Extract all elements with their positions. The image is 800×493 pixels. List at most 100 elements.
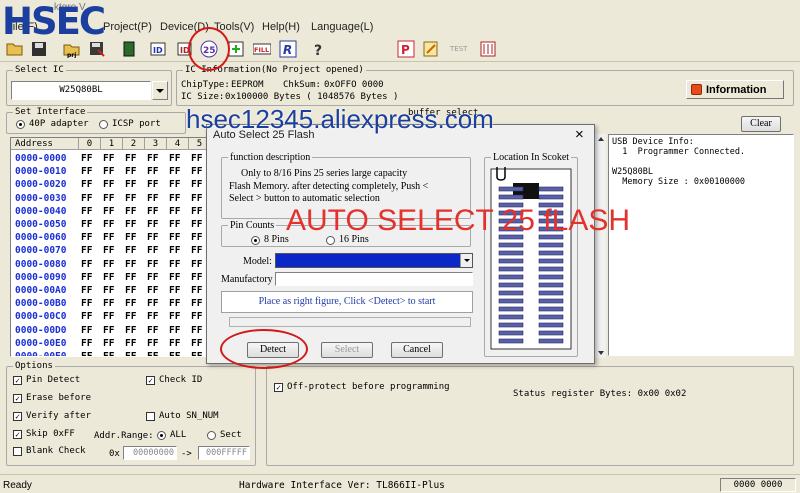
manufactory-field[interactable] xyxy=(275,272,473,286)
hex-cell[interactable]: FF xyxy=(81,244,101,257)
hex-row[interactable]: 0000-0090 FF FF FF FF FF FF xyxy=(11,271,209,285)
hex-cell[interactable]: FF xyxy=(147,218,167,231)
hex-cell[interactable]: FF xyxy=(103,271,123,284)
hex-cell[interactable]: FF xyxy=(81,324,101,337)
edit-icon[interactable] xyxy=(421,39,441,59)
hex-cell[interactable]: FF xyxy=(125,231,145,244)
hex-cell[interactable]: FF xyxy=(103,337,123,350)
hex-cell[interactable]: FF xyxy=(147,324,167,337)
hex-cell[interactable]: FF xyxy=(103,218,123,231)
hex-row[interactable]: 0000-0080 FF FF FF FF FF FF xyxy=(11,258,209,272)
hex-cell[interactable]: FF xyxy=(103,350,123,356)
hex-cell[interactable]: FF xyxy=(169,258,189,271)
test-icon[interactable]: TEST xyxy=(448,39,474,59)
hex-cell[interactable]: FF xyxy=(169,271,189,284)
hex-cell[interactable]: FF xyxy=(147,152,167,165)
radio-icsp-port[interactable] xyxy=(99,120,108,129)
hex-cell[interactable]: FF xyxy=(125,218,145,231)
hex-row[interactable]: 0000-0030 FF FF FF FF FF FF xyxy=(11,192,209,206)
hex-cell[interactable]: FF xyxy=(103,152,123,165)
read-id-icon[interactable]: ID xyxy=(149,39,169,59)
hex-cell[interactable]: FF xyxy=(169,284,189,297)
hex-row[interactable]: 0000-0050 FF FF FF FF FF FF xyxy=(11,218,209,232)
hex-cell[interactable]: FF xyxy=(81,218,101,231)
open-project-icon[interactable]: prj xyxy=(62,39,82,59)
hex-cell[interactable]: FF xyxy=(125,337,145,350)
information-button[interactable]: Information xyxy=(686,80,784,99)
hex-cell[interactable]: FF xyxy=(81,337,101,350)
program-icon[interactable]: P xyxy=(396,39,416,59)
blank-check-checkbox[interactable] xyxy=(13,447,22,456)
hex-cell[interactable]: FF xyxy=(103,284,123,297)
hex-cell[interactable]: FF xyxy=(81,152,101,165)
hex-cell[interactable]: FF xyxy=(169,310,189,323)
hex-cell[interactable]: FF xyxy=(81,165,101,178)
hex-cell[interactable]: FF xyxy=(103,205,123,218)
hex-row[interactable]: 0000-0070 FF FF FF FF FF FF xyxy=(11,244,209,258)
hex-cell[interactable]: FF xyxy=(169,231,189,244)
hex-cell[interactable]: FF xyxy=(169,178,189,191)
hex-cell[interactable]: FF xyxy=(169,244,189,257)
addr-to-input[interactable]: 000FFFFF xyxy=(198,446,250,460)
hex-cell[interactable]: FF xyxy=(169,324,189,337)
hex-cell[interactable]: FF xyxy=(169,297,189,310)
hex-cell[interactable]: FF xyxy=(147,271,167,284)
hex-cell[interactable]: FF xyxy=(125,324,145,337)
fill-icon[interactable]: FILL xyxy=(252,39,272,59)
select-ic-field[interactable]: W25Q80BL xyxy=(11,81,151,100)
hex-cell[interactable]: FF xyxy=(147,350,167,356)
hex-cell[interactable]: FF xyxy=(125,297,145,310)
hex-row[interactable]: 0000-00D0 FF FF FF FF FF FF xyxy=(11,324,209,338)
hex-grid[interactable]: Address 0 1 2 3 4 5 0000-0000 FF FF FF FF FF F… xyxy=(10,137,210,357)
hex-row[interactable]: 0000-0040 FF FF FF FF FF FF xyxy=(11,205,209,219)
hex-cell[interactable]: FF xyxy=(125,244,145,257)
hex-cell[interactable]: FF xyxy=(103,178,123,191)
pin-detect-checkbox[interactable]: ✓ xyxy=(13,376,22,385)
hex-row[interactable]: 0000-00B0 FF FF FF FF FF FF xyxy=(11,297,209,311)
hex-row[interactable]: 0000-0000 FF FF FF FF FF FF xyxy=(11,152,209,166)
hex-cell[interactable]: FF xyxy=(81,271,101,284)
hex-cell[interactable]: FF xyxy=(81,205,101,218)
hex-cell[interactable]: FF xyxy=(147,165,167,178)
hex-cell[interactable]: FF xyxy=(125,271,145,284)
erase-before-checkbox[interactable]: ✓ xyxy=(13,394,22,403)
menu-language[interactable]: Language(L) xyxy=(311,21,373,33)
hex-cell[interactable]: FF xyxy=(81,231,101,244)
hex-cell[interactable]: FF xyxy=(147,310,167,323)
hex-cell[interactable]: FF xyxy=(103,310,123,323)
hex-cell[interactable]: FF xyxy=(81,192,101,205)
hex-cell[interactable]: FF xyxy=(169,152,189,165)
hex-cell[interactable]: FF xyxy=(81,310,101,323)
hex-cell[interactable]: FF xyxy=(81,350,101,356)
select-button[interactable]: Select xyxy=(321,342,373,358)
hex-row[interactable]: 0000-0020 FF FF FF FF FF FF xyxy=(11,178,209,192)
hex-cell[interactable]: FF xyxy=(103,192,123,205)
hex-cell[interactable]: FF xyxy=(103,258,123,271)
hex-cell[interactable]: FF xyxy=(125,192,145,205)
hex-cell[interactable]: FF xyxy=(147,297,167,310)
hex-cell[interactable]: FF xyxy=(103,244,123,257)
check-id-checkbox[interactable]: ✓ xyxy=(146,376,155,385)
hex-cell[interactable]: FF xyxy=(81,297,101,310)
hex-cell[interactable]: FF xyxy=(169,205,189,218)
hex-row[interactable]: 0000-0010 FF FF FF FF FF FF xyxy=(11,165,209,179)
hex-cell[interactable]: FF xyxy=(81,258,101,271)
hex-cell[interactable]: FF xyxy=(81,178,101,191)
hex-cell[interactable]: FF xyxy=(125,350,145,356)
chip-icon[interactable] xyxy=(119,39,139,59)
skip-0xff-checkbox[interactable]: ✓ xyxy=(13,430,22,439)
hex-cell[interactable]: FF xyxy=(147,244,167,257)
hex-cell[interactable]: FF xyxy=(147,192,167,205)
hex-cell[interactable]: FF xyxy=(125,205,145,218)
hex-cell[interactable]: FF xyxy=(103,324,123,337)
hex-cell[interactable]: FF xyxy=(147,337,167,350)
open-icon[interactable] xyxy=(5,39,25,59)
hex-cell[interactable]: FF xyxy=(125,165,145,178)
hex-cell[interactable]: FF xyxy=(169,192,189,205)
model-select[interactable] xyxy=(275,253,473,268)
logic-icon[interactable] xyxy=(478,39,498,59)
auto-sn-checkbox[interactable] xyxy=(146,412,155,421)
hex-row[interactable]: 0000-0060 FF FF FF FF FF FF xyxy=(11,231,209,245)
select-ic-dropdown-button[interactable] xyxy=(152,81,168,100)
menu-project[interactable]: Project(P) xyxy=(103,21,152,33)
